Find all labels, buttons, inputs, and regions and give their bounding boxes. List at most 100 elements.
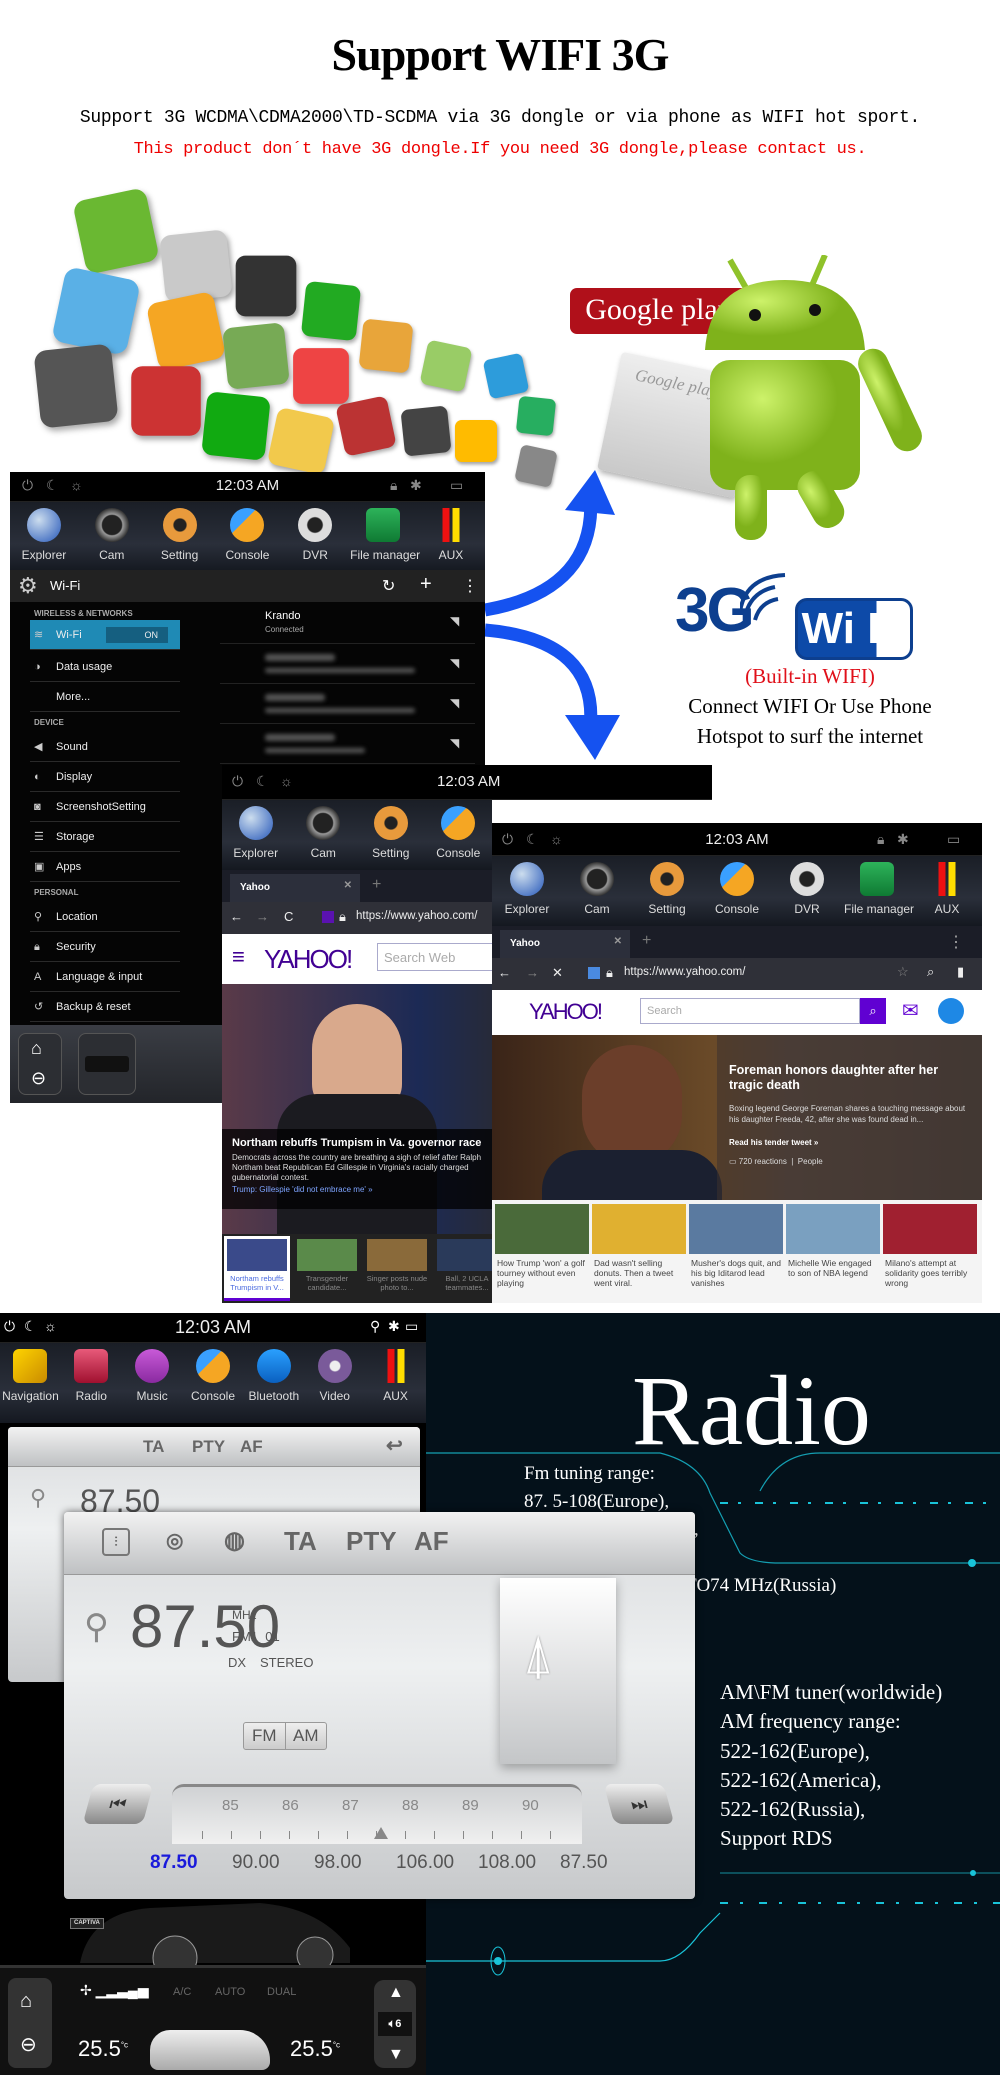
- brightness-icon[interactable]: ☼: [280, 773, 293, 789]
- app-music[interactable]: Music: [122, 1343, 183, 1423]
- forward-arrow-icon[interactable]: →: [256, 909, 269, 924]
- am-button[interactable]: AM: [286, 1723, 327, 1749]
- thumbnail-item[interactable]: How Trump 'won' a golf tourney without e…: [495, 1204, 589, 1299]
- add-network-icon[interactable]: +: [420, 573, 432, 596]
- tab-yahoo[interactable]: Yahoo ✕: [230, 874, 360, 902]
- new-tab-icon[interactable]: +: [372, 876, 381, 894]
- close-tab-icon[interactable]: ✕: [344, 880, 352, 891]
- auto-button[interactable]: AUTO: [215, 1986, 245, 1998]
- app-cam[interactable]: Cam: [564, 856, 630, 926]
- temp-left[interactable]: 25.5°c: [78, 2036, 128, 2062]
- search-icon[interactable]: ⌕: [927, 964, 934, 980]
- back-arrow-icon[interactable]: ←: [498, 965, 511, 980]
- preset-button[interactable]: 87.50: [560, 1852, 608, 1874]
- network-item[interactable]: Krando Connected ◥: [220, 604, 475, 644]
- back-icon[interactable]: ⊖: [20, 2032, 37, 2057]
- settings-item-security[interactable]: 🔒︎ Security: [30, 932, 180, 962]
- app-console[interactable]: Console: [425, 800, 491, 870]
- volume-down-icon[interactable]: ▼: [388, 2046, 404, 2064]
- back-icon[interactable]: ⊖: [31, 1068, 46, 1089]
- headline-link[interactable]: Read his tender tweet »: [729, 1138, 818, 1147]
- app-console[interactable]: Console: [183, 1343, 244, 1423]
- settings-item-location[interactable]: ⚲ Location: [30, 902, 180, 932]
- back-arrow-icon[interactable]: ↩: [386, 1433, 403, 1458]
- fan-icon[interactable]: ✢ ▁▂▃▄▅: [80, 1982, 149, 1999]
- wifi-toggle[interactable]: ON: [106, 627, 168, 643]
- pty-button[interactable]: PTY: [346, 1526, 397, 1557]
- thumbnail-item[interactable]: Milano's attempt at solidarity goes terr…: [883, 1204, 977, 1299]
- volume-rocker[interactable]: [78, 1033, 136, 1095]
- app-explorer[interactable]: Explorer: [494, 856, 560, 926]
- ta-button[interactable]: TA: [143, 1437, 164, 1457]
- app-explorer[interactable]: Explorer: [223, 800, 289, 870]
- network-item[interactable]: ◥: [220, 644, 475, 684]
- settings-item-data-usage[interactable]: ◑ Data usage: [30, 652, 180, 682]
- search-input[interactable]: Search Web: [377, 943, 497, 971]
- app-setting[interactable]: Setting: [634, 856, 700, 926]
- search-icon[interactable]: ⚲: [30, 1485, 46, 1511]
- reactions-count[interactable]: 720 reactions: [739, 1157, 787, 1166]
- home-icon[interactable]: ⌂: [31, 1038, 42, 1059]
- app-file-manager[interactable]: File manager: [350, 502, 420, 572]
- bookmark-icon[interactable]: ▮: [957, 964, 964, 980]
- settings-item-more-[interactable]: More...: [30, 682, 180, 712]
- url-input[interactable]: https://www.yahoo.com/: [624, 966, 745, 978]
- settings-item-storage[interactable]: ☰ Storage: [30, 822, 180, 852]
- preset-button[interactable]: 106.00: [396, 1852, 454, 1874]
- home-icon[interactable]: ⌂: [20, 1990, 32, 2013]
- app-setting[interactable]: Setting: [147, 502, 213, 572]
- thumbnail-item[interactable]: Musher's dogs quit, and his big Iditarod…: [689, 1204, 783, 1299]
- equalizer-icon[interactable]: ⫶: [102, 1528, 130, 1556]
- app-console[interactable]: Console: [704, 856, 770, 926]
- url-input[interactable]: https://www.yahoo.com/: [356, 910, 477, 922]
- app-navigation[interactable]: Navigation: [0, 1343, 61, 1423]
- back-arrow-icon[interactable]: ←: [230, 909, 243, 924]
- preset-button[interactable]: 90.00: [232, 1852, 280, 1874]
- preset-button[interactable]: 87.50: [150, 1852, 198, 1874]
- app-file-manager[interactable]: File manager: [844, 856, 914, 926]
- app-aux[interactable]: AUX: [418, 502, 484, 572]
- new-tab-icon[interactable]: +: [642, 932, 651, 950]
- app-setting[interactable]: Setting: [358, 800, 424, 870]
- af-button[interactable]: AF: [240, 1437, 263, 1457]
- seek-back-button[interactable]: ⏮: [82, 1784, 154, 1824]
- tab-yahoo[interactable]: Yahoo ✕: [500, 930, 630, 958]
- thumbnail-item[interactable]: Northam rebuffs Trumpism in V...: [224, 1236, 290, 1301]
- reload-icon[interactable]: C: [284, 909, 293, 924]
- af-button[interactable]: AF: [414, 1526, 449, 1557]
- scan-icon[interactable]: ◍: [224, 1526, 245, 1555]
- app-dvr[interactable]: DVR: [774, 856, 840, 926]
- sidebar-item-wifi[interactable]: ≋ Wi-Fi ON: [30, 620, 180, 650]
- hero-overlay[interactable]: Foreman honors daughter after her tragic…: [717, 1035, 982, 1200]
- dual-button[interactable]: DUAL: [267, 1986, 296, 1998]
- thumbnail-item[interactable]: Transgender candidate...: [294, 1236, 360, 1301]
- pty-button[interactable]: PTY: [192, 1437, 225, 1457]
- scan-icon[interactable]: ↻: [382, 576, 395, 596]
- app-explorer[interactable]: Explorer: [11, 502, 77, 572]
- thumbnail-item[interactable]: Dad wasn't selling donuts. Then a tweet …: [592, 1204, 686, 1299]
- ac-button[interactable]: A/C: [173, 1986, 191, 1998]
- seek-forward-button[interactable]: ⏭: [603, 1784, 675, 1824]
- network-item[interactable]: ◥: [220, 684, 475, 724]
- app-radio[interactable]: Radio: [61, 1343, 122, 1423]
- recent-apps-icon[interactable]: ▭: [947, 831, 960, 848]
- power-icon[interactable]: ⏻: [232, 773, 243, 790]
- recent-apps-icon[interactable]: ▭: [405, 1318, 418, 1335]
- search-button[interactable]: ⌕: [860, 998, 886, 1024]
- mail-icon[interactable]: ✉: [902, 998, 919, 1023]
- headline[interactable]: Foreman honors daughter after her tragic…: [729, 1063, 969, 1093]
- fm-button[interactable]: FM: [244, 1723, 286, 1749]
- speaker-icon[interactable]: ◎: [166, 1528, 183, 1553]
- settings-item-backup-reset[interactable]: ↺ Backup & reset: [30, 992, 180, 1022]
- thumbnail-item[interactable]: Ball, 2 UCLA teammates...: [434, 1236, 500, 1301]
- app-cam[interactable]: Cam: [290, 800, 356, 870]
- network-item[interactable]: ◥: [220, 724, 475, 764]
- source-label[interactable]: People: [798, 1157, 823, 1166]
- volume-up-icon[interactable]: ▲: [388, 1984, 404, 2002]
- settings-item-screenshotsetting[interactable]: ◙ ScreenshotSetting: [30, 792, 180, 822]
- preset-button[interactable]: 98.00: [314, 1852, 362, 1874]
- app-dvr[interactable]: DVR: [282, 502, 348, 572]
- avatar[interactable]: [938, 998, 964, 1024]
- close-tab-icon[interactable]: ✕: [614, 936, 622, 947]
- settings-item-language-input[interactable]: A Language & input: [30, 962, 180, 992]
